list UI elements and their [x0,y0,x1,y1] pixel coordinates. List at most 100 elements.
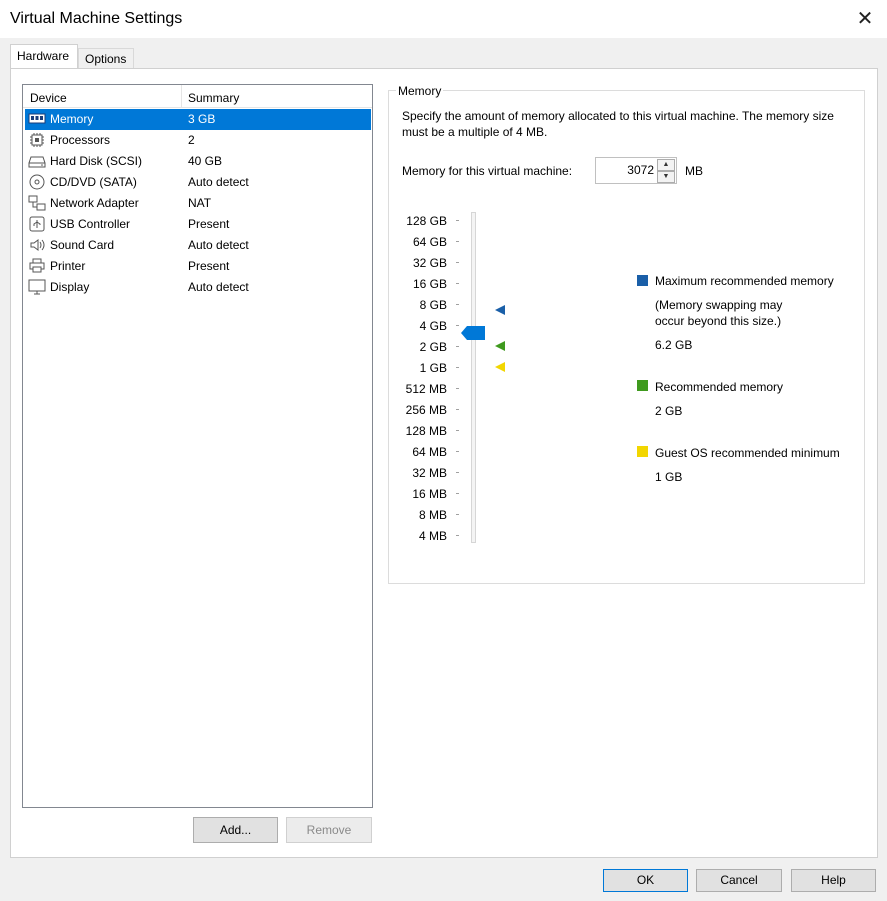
scale-tick [456,493,459,494]
scale-tick [456,388,459,389]
memory-field-label: Memory for this virtual machine: [402,164,573,178]
scale-tick [456,283,459,284]
memory-unit: MB [685,164,703,178]
device-summary: Present [188,259,230,273]
scale-label: 128 MB [405,424,447,438]
device-list[interactable]: Device Summary Memory 3 GB Processors 2 … [22,84,373,808]
monitor-icon [28,279,46,295]
list-item-cd-dvd[interactable]: CD/DVD (SATA) Auto detect [25,172,371,193]
device-name: Sound Card [50,238,115,252]
tab-hardware[interactable]: Hardware [10,44,78,69]
scale-label: 16 MB [412,487,447,501]
remove-button[interactable]: Remove [286,817,372,843]
device-summary: 3 GB [188,112,216,126]
guest-min-label: Guest OS recommended minimum [655,446,840,460]
network-adapter-icon [28,195,46,211]
scale-label: 8 GB [419,298,447,312]
hard-disk-icon [28,153,46,169]
scale-label: 128 GB [406,214,447,228]
cd-dvd-icon [28,174,46,190]
list-item-processors[interactable]: Processors 2 [25,130,371,151]
guest-min-marker-icon [495,362,505,372]
scale-tick [456,409,459,410]
scale-tick [456,535,459,536]
scale-label: 8 MB [418,508,447,522]
scale-tick [456,325,459,326]
column-header-device[interactable]: Device [30,91,67,105]
scale-label: 64 MB [412,445,447,459]
list-item-printer[interactable]: Printer Present [25,256,371,277]
memory-description: Specify the amount of memory allocated t… [402,109,834,139]
column-header-summary[interactable]: Summary [188,91,239,105]
max-recommended-value: 6.2 GB [655,338,693,352]
scale-label: 2 GB [419,340,447,354]
device-summary: Auto detect [188,175,249,189]
device-name: Network Adapter [50,196,139,210]
scale-tick [456,430,459,431]
recommended-swatch [637,380,648,391]
close-icon[interactable]: ✕ [855,9,875,29]
recommended-marker-icon [495,341,505,351]
tab-options[interactable]: Options [78,48,134,69]
memory-group-label: Memory [396,84,444,98]
speaker-icon [28,237,46,253]
scale-tick [456,472,459,473]
scale-tick [456,346,459,347]
scale-tick [456,514,459,515]
memory-stepper[interactable]: 3072 ▲ ▼ [595,157,677,184]
scale-tick [456,304,459,305]
device-name: CD/DVD (SATA) [50,175,137,189]
scale-tick [456,241,459,242]
recommended-value: 2 GB [655,404,683,418]
scale-label: 256 MB [405,403,447,417]
scale-label: 16 GB [412,277,447,291]
list-item-display[interactable]: Display Auto detect [25,277,371,298]
add-button[interactable]: Add... [193,817,278,843]
list-item-memory[interactable]: Memory 3 GB [25,109,371,130]
memory-slider-track[interactable] [471,212,476,543]
scale-label: 4 GB [419,319,447,333]
scale-tick [456,220,459,221]
increment-button[interactable]: ▲ [657,159,675,171]
device-summary: Auto detect [188,280,249,294]
scale-label: 32 MB [412,466,447,480]
ok-button[interactable]: OK [603,869,688,892]
device-name: Display [50,280,90,294]
memory-input[interactable]: 3072 [627,163,654,177]
memory-icon [28,111,46,127]
device-name: Printer [50,259,86,273]
processor-icon [28,132,46,148]
device-summary: NAT [188,196,212,210]
list-item-network-adapter[interactable]: Network Adapter NAT [25,193,371,214]
list-item-usb-controller[interactable]: USB Controller Present [25,214,371,235]
cancel-button[interactable]: Cancel [696,869,782,892]
list-item-hard-disk[interactable]: Hard Disk (SCSI) 40 GB [25,151,371,172]
recommended-label: Recommended memory [655,380,784,394]
device-summary: 40 GB [188,154,223,168]
printer-icon [28,258,46,274]
scale-label: 4 MB [418,529,447,543]
guest-min-value: 1 GB [655,470,683,484]
device-summary: Auto detect [188,238,249,252]
scale-label: 32 GB [412,256,447,270]
list-item-sound-card[interactable]: Sound Card Auto detect [25,235,371,256]
scale-tick [456,367,459,368]
device-name: USB Controller [50,217,131,231]
scale-tick [456,262,459,263]
max-recommended-label: Maximum recommended memory [655,274,834,288]
device-name: Processors [50,133,111,147]
scale-label: 1 GB [419,361,447,375]
device-summary: 2 [188,133,195,147]
list-header: Device Summary [23,85,372,108]
decrement-button[interactable]: ▼ [657,171,675,183]
help-button[interactable]: Help [791,869,876,892]
device-name: Hard Disk (SCSI) [50,154,143,168]
scale-label: 64 GB [412,235,447,249]
window-title: Virtual Machine Settings [10,10,183,27]
max-recommended-marker-icon [495,305,505,315]
title-bar: Virtual Machine Settings ✕ [0,0,887,38]
memory-slider-thumb[interactable] [460,325,486,341]
column-divider[interactable] [181,85,182,107]
max-recommended-note: (Memory swapping may occur beyond this s… [655,298,783,328]
max-recommended-swatch [637,275,648,286]
